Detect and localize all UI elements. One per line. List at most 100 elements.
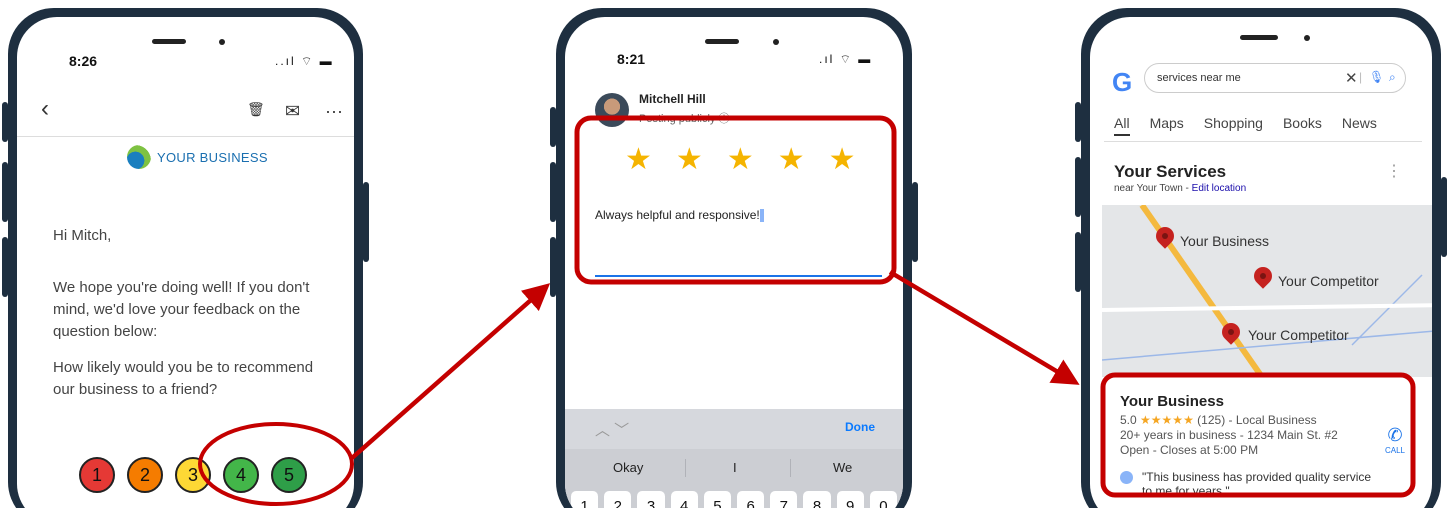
- reviewer-avatar-icon: [1120, 471, 1133, 484]
- key-9[interactable]: 9: [836, 491, 864, 508]
- side-button: [1075, 232, 1081, 292]
- email-toolbar: ‹ 🗑 ✉ ···: [17, 89, 354, 137]
- star-rating: ★ ★ ★ ★ ★: [625, 145, 856, 175]
- listing-rating-line: 5.0 ★★★★★ (125) - Local Business: [1120, 413, 1317, 427]
- side-button: [2, 237, 8, 297]
- side-button: [2, 162, 8, 222]
- status-icons: ..ıl ⌔ ▬: [275, 54, 334, 68]
- side-button: [550, 162, 556, 222]
- edit-location-link[interactable]: Edit location: [1192, 183, 1246, 194]
- business-logo: YOUR BUSINESS: [127, 145, 268, 169]
- status-time: 8:26: [69, 53, 98, 69]
- mail-icon[interactable]: ✉: [285, 101, 300, 122]
- avatar: [595, 93, 629, 127]
- listing-rating: 5.0: [1120, 413, 1137, 427]
- speaker: [1240, 35, 1278, 40]
- more-icon[interactable]: ···: [325, 101, 343, 122]
- camera: [1304, 35, 1310, 41]
- services-location: near Your Town - Edit location: [1114, 183, 1246, 194]
- search-divider: |: [1359, 70, 1363, 84]
- logo-text: YOUR BUSINESS: [157, 149, 268, 165]
- rating-option-1[interactable]: 1: [79, 457, 115, 493]
- local-map[interactable]: Your Business Your Competitor Your Compe…: [1102, 205, 1432, 377]
- tab-all[interactable]: All: [1114, 115, 1130, 136]
- phone-icon: ✆: [1387, 425, 1403, 445]
- rating-option-3[interactable]: 3: [175, 457, 211, 493]
- google-logo-icon[interactable]: G: [1112, 67, 1132, 98]
- status-icons: .ıl ⌔ ▬: [819, 52, 873, 66]
- camera: [219, 39, 225, 45]
- lens-icon[interactable]: ⌕: [1389, 70, 1396, 85]
- side-button: [363, 182, 369, 262]
- key-3[interactable]: 3: [637, 491, 665, 508]
- key-4[interactable]: 4: [670, 491, 698, 508]
- map-pin-label: Your Business: [1180, 233, 1269, 249]
- call-label: CALL: [1384, 446, 1405, 455]
- tab-shopping[interactable]: Shopping: [1204, 115, 1263, 136]
- tab-maps[interactable]: Maps: [1150, 115, 1184, 136]
- email-question: How likely would you be to recommend our…: [53, 359, 314, 398]
- key-0[interactable]: 0: [869, 491, 898, 508]
- listing-name[interactable]: Your Business: [1120, 393, 1224, 410]
- rating-option-4[interactable]: 4: [223, 457, 259, 493]
- side-button: [2, 102, 8, 142]
- tab-books[interactable]: Books: [1283, 115, 1322, 136]
- key-6[interactable]: 6: [737, 491, 765, 508]
- star-icon[interactable]: ★: [676, 145, 703, 175]
- review-text-field[interactable]: Always helpful and responsive!: [595, 208, 764, 223]
- logo-icon: [127, 145, 151, 169]
- mic-icon[interactable]: 🎙: [1369, 70, 1384, 84]
- key-5[interactable]: 5: [703, 491, 732, 508]
- star-icon[interactable]: ★: [778, 145, 805, 175]
- listing-hours: Open - Closes at 5:00 PM: [1120, 443, 1259, 457]
- star-icon[interactable]: ★: [625, 145, 652, 175]
- services-title: Your Services: [1114, 162, 1227, 181]
- phone-search: G services near me ✕ | 🎙 ⌕ All Maps Shop…: [1075, 8, 1447, 508]
- keyboard-suggestions: Okay I We: [565, 449, 903, 487]
- star-icon[interactable]: ★: [727, 145, 754, 175]
- suggestion-we[interactable]: We: [833, 460, 852, 475]
- suggestion-i[interactable]: I: [733, 460, 737, 475]
- trash-icon[interactable]: 🗑: [247, 101, 265, 118]
- call-button[interactable]: ✆ CALL: [1380, 425, 1410, 455]
- listing-quote: "This business has provided quality serv…: [1142, 470, 1372, 498]
- posting-publicly[interactable]: Posting publicly ⓘ: [639, 110, 730, 126]
- key-2[interactable]: 2: [604, 491, 632, 508]
- map-roads: [1102, 205, 1432, 377]
- key-1[interactable]: 1: [571, 491, 599, 508]
- side-button: [1075, 157, 1081, 217]
- back-icon[interactable]: ‹: [41, 95, 49, 123]
- map-street: [1102, 303, 1432, 312]
- suggestion-divider: [790, 459, 791, 477]
- camera: [773, 39, 779, 45]
- listing-reviews: (125) - Local Business: [1197, 413, 1317, 427]
- side-button: [550, 237, 556, 297]
- map-pin-label: Your Competitor: [1248, 327, 1349, 343]
- search-input[interactable]: services near me ✕ | 🎙 ⌕: [1144, 63, 1406, 93]
- speaker: [152, 39, 186, 44]
- phone-screen: 8:26 ..ıl ⌔ ▬ ‹ 🗑 ✉ ··· YOUR BUSINESS Hi…: [17, 17, 354, 508]
- phone-screen: 8:21 .ıl ⌔ ▬ Mitchell Hill Posting publi…: [565, 17, 903, 508]
- clear-icon[interactable]: ✕: [1345, 69, 1358, 87]
- suggestion-okay[interactable]: Okay: [613, 460, 643, 475]
- email-greeting: Hi Mitch,: [53, 227, 112, 244]
- listing-years: 20+ years in business - 1234 Main St. #2: [1120, 428, 1338, 442]
- rating-option-5[interactable]: 5: [271, 457, 307, 493]
- star-icon[interactable]: ★: [829, 145, 856, 175]
- tab-news[interactable]: News: [1342, 115, 1377, 136]
- keyboard-nav-arrows[interactable]: ︿ ﹀: [595, 419, 629, 440]
- search-query: services near me: [1157, 72, 1241, 84]
- text-caret: [759, 209, 764, 223]
- rating-scale: 12345: [79, 457, 307, 493]
- reviewer-name: Mitchell Hill: [639, 92, 706, 106]
- keyboard-toolbar: ︿ ﹀ Done: [565, 409, 903, 449]
- phone-screen: G services near me ✕ | 🎙 ⌕ All Maps Shop…: [1090, 17, 1432, 508]
- more-options-icon[interactable]: ⋮: [1386, 161, 1402, 181]
- arrow-to-listing: [888, 270, 1080, 385]
- keyboard-number-row: 1234567890: [565, 487, 903, 508]
- done-button[interactable]: Done: [845, 420, 875, 434]
- key-8[interactable]: 8: [803, 491, 831, 508]
- key-7[interactable]: 7: [770, 491, 798, 508]
- arrow-to-review: [350, 283, 551, 460]
- rating-option-2[interactable]: 2: [127, 457, 163, 493]
